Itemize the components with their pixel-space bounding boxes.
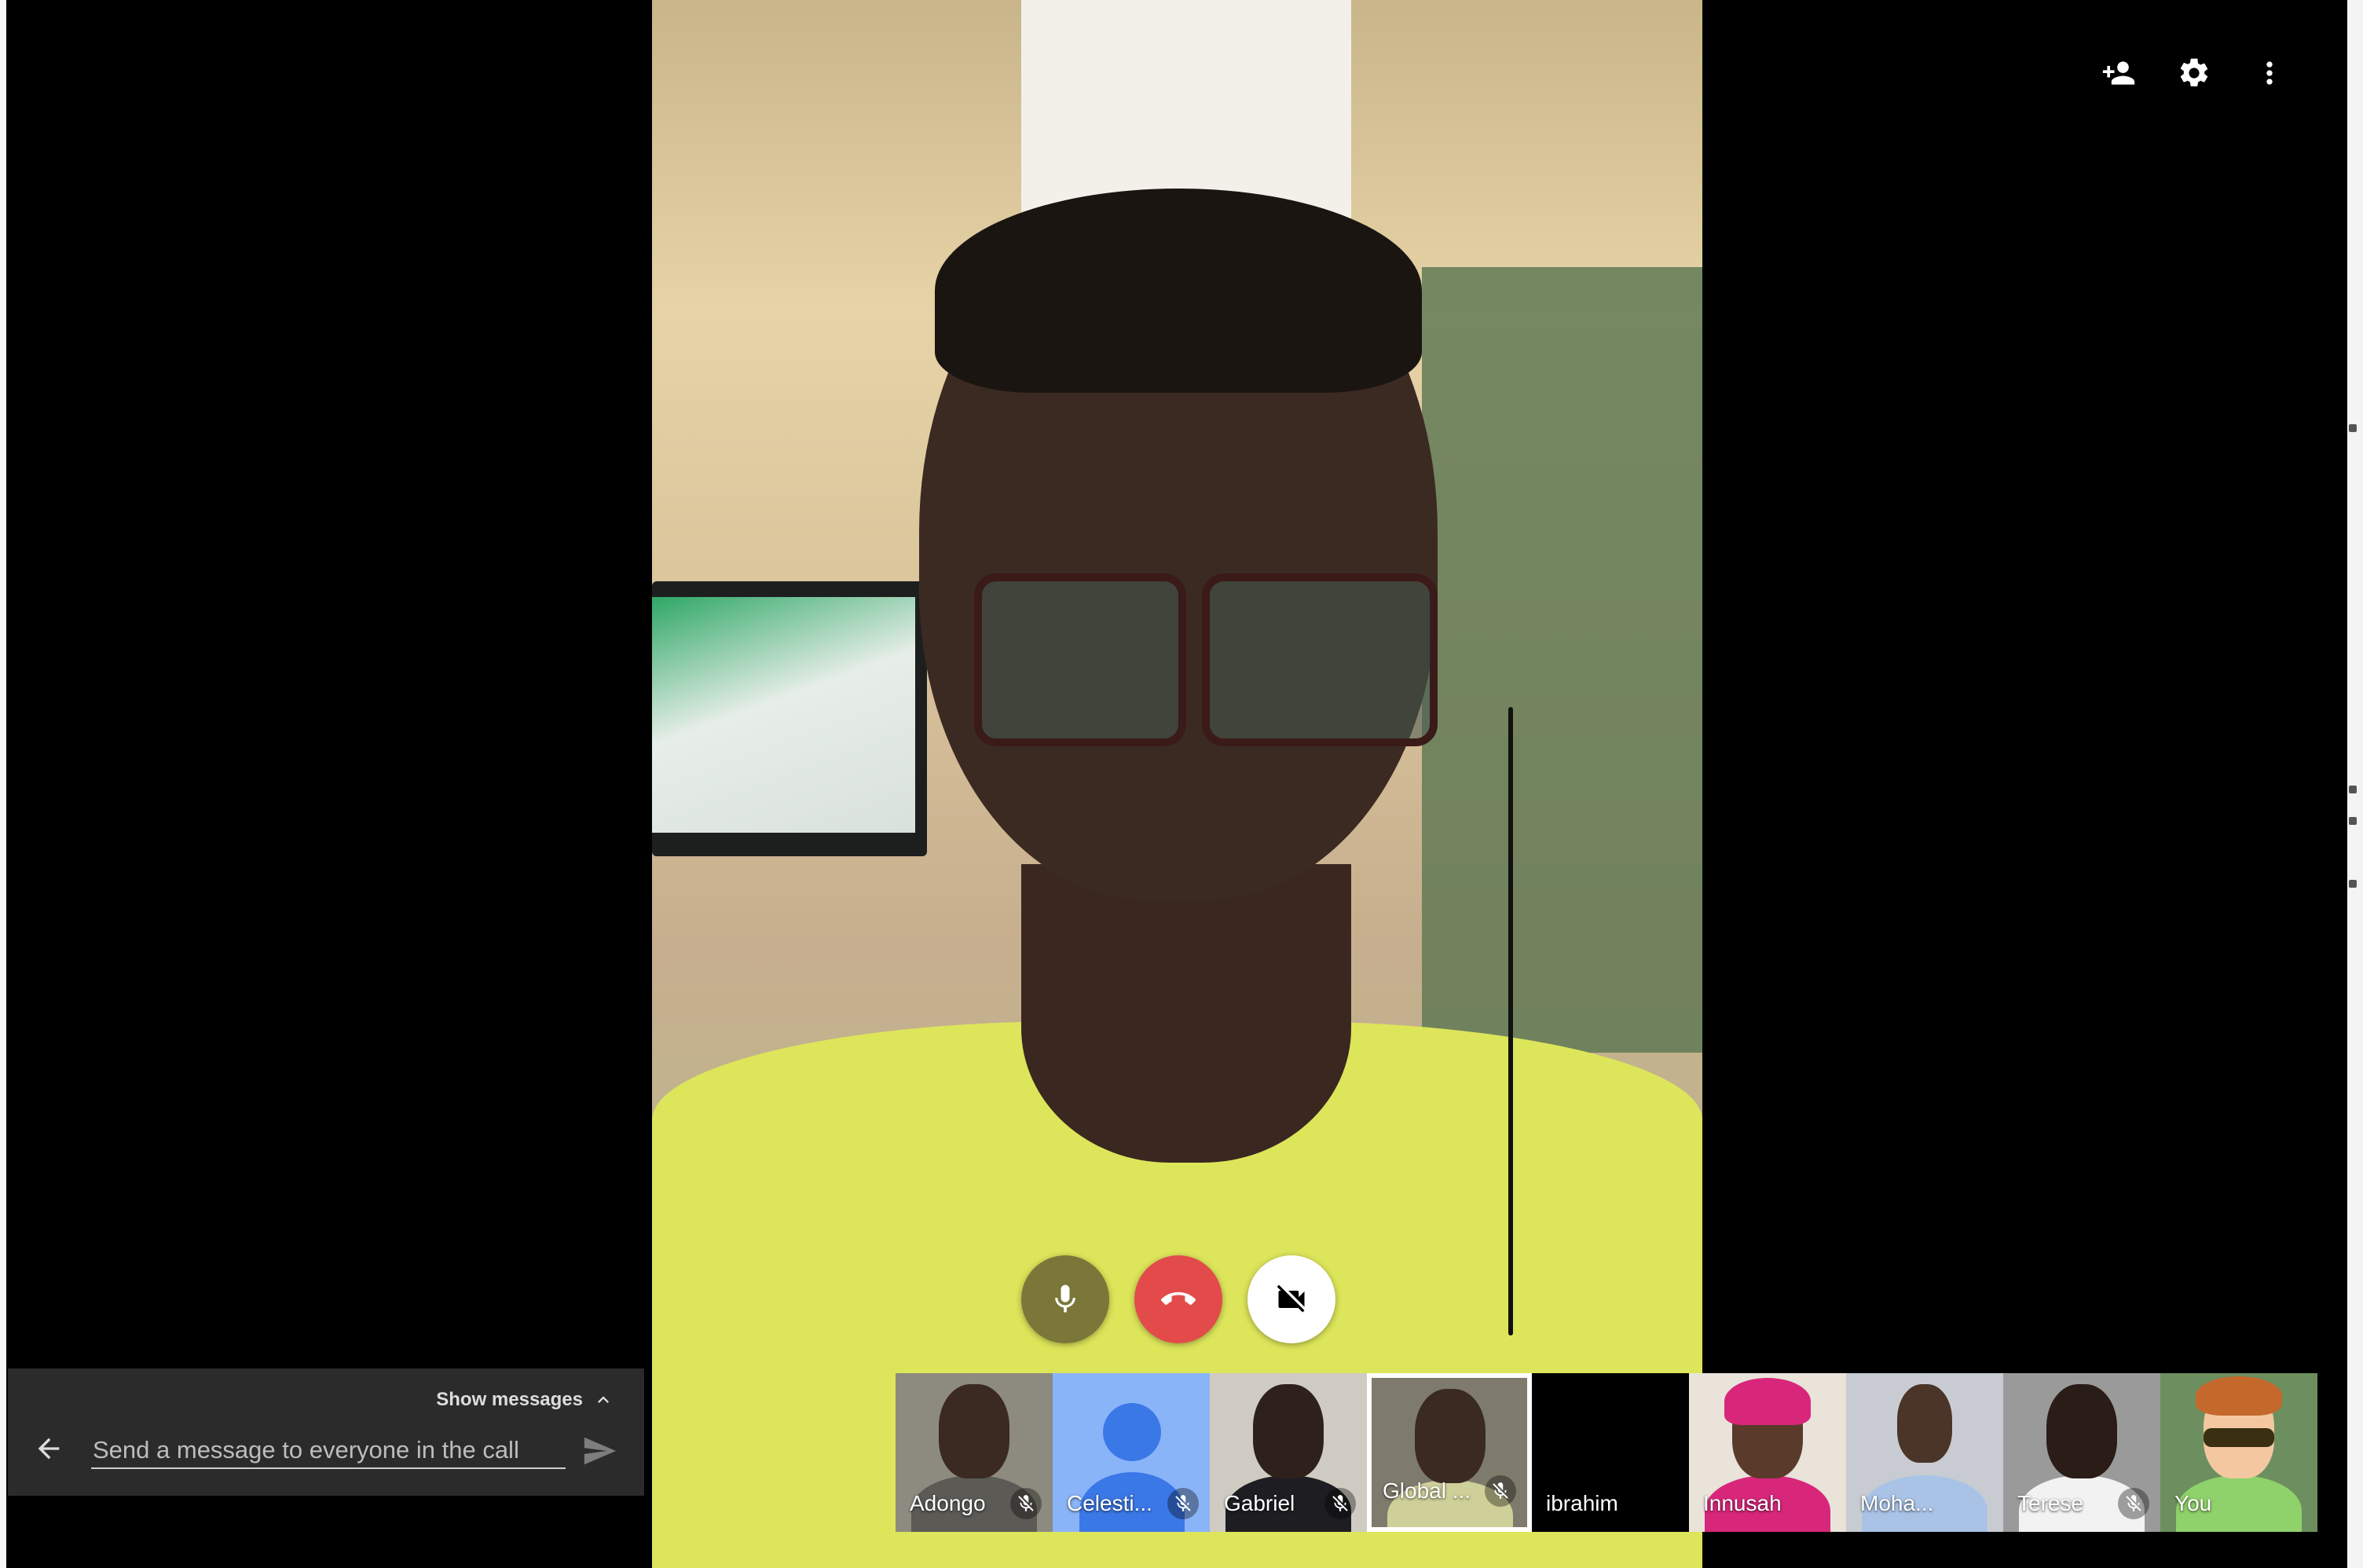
message-input[interactable]: [91, 1433, 566, 1469]
chat-panel: Show messages: [8, 1368, 644, 1496]
participant-name: Celesti...: [1067, 1491, 1152, 1515]
top-right-toolbar: [2101, 55, 2288, 91]
participant-tile[interactable]: Gabriel: [1210, 1373, 1367, 1532]
mic-off-icon: [1010, 1488, 1042, 1519]
participant-name: Terese: [2017, 1491, 2084, 1515]
participant-tile-self[interactable]: You: [2160, 1373, 2317, 1532]
participant-name: You: [2174, 1491, 2212, 1515]
participant-name: Innusah: [1703, 1491, 1782, 1515]
send-icon[interactable]: [581, 1433, 619, 1471]
person-add-icon[interactable]: [2101, 55, 2137, 91]
end-call-button[interactable]: [1134, 1255, 1222, 1343]
participant-tile[interactable]: Moha...: [1846, 1373, 2003, 1532]
participant-tile-selected[interactable]: Global ...: [1367, 1373, 1532, 1532]
participant-name: Adongo: [910, 1491, 986, 1515]
camera-toggle-button[interactable]: [1247, 1255, 1335, 1343]
mic-off-icon: [1167, 1488, 1199, 1519]
camera-off-icon: [1277, 1284, 1305, 1313]
participant-tile[interactable]: Celesti...: [1053, 1373, 1210, 1532]
participant-strip: Adongo Celesti... Gabriel Global ... ibr…: [896, 1373, 2317, 1532]
show-messages-toggle[interactable]: Show messages: [436, 1389, 614, 1411]
more-vert-icon[interactable]: [2251, 55, 2288, 91]
chevron-up-icon: [598, 1396, 609, 1403]
participant-tile[interactable]: Adongo: [896, 1373, 1053, 1532]
participant-name: Global ...: [1383, 1478, 1471, 1503]
participant-tile[interactable]: Innusah: [1689, 1373, 1846, 1532]
back-arrow-icon[interactable]: [33, 1433, 64, 1464]
end-call-icon: [1161, 1291, 1196, 1306]
mic-off-icon: [1485, 1475, 1516, 1507]
participant-name: Moha...: [1860, 1491, 1934, 1515]
participant-name: ibrahim: [1546, 1491, 1618, 1515]
mic-off-icon: [1324, 1488, 1356, 1519]
participant-tile[interactable]: ibrahim: [1532, 1373, 1689, 1532]
participant-name: Gabriel: [1224, 1491, 1295, 1515]
meet-call-screen: Show messages Adongo Celesti... Gabriel: [0, 0, 2363, 1568]
background-page-edge-left: [0, 0, 6, 1568]
gear-icon[interactable]: [2176, 55, 2212, 91]
call-controls: [1021, 1255, 1335, 1343]
mic-icon: [1055, 1284, 1075, 1313]
mic-off-icon: [2118, 1488, 2149, 1519]
participant-tile[interactable]: Terese: [2003, 1373, 2160, 1532]
background-page-edge-right: [2347, 0, 2363, 1568]
microphone-button[interactable]: [1021, 1255, 1109, 1343]
show-messages-label: Show messages: [436, 1389, 583, 1410]
